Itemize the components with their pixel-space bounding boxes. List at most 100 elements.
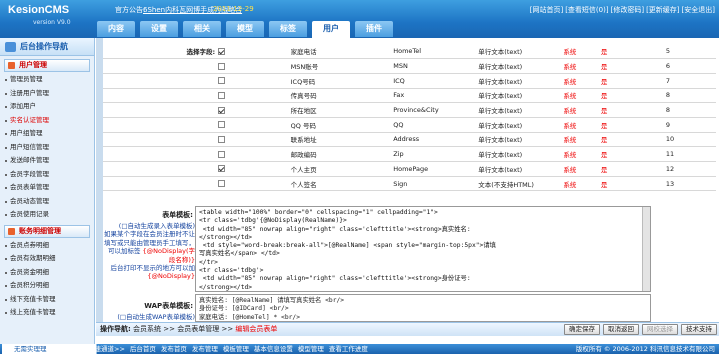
- field-checkbox[interactable]: [218, 58, 291, 74]
- field-required: 是: [600, 88, 666, 104]
- quick-nav-label: 快速通道>>: [88, 345, 125, 353]
- field-required: 是: [600, 44, 666, 60]
- auto-generate-wap-checkbox[interactable]: (□自动生成WAP表单模板): [103, 311, 195, 321]
- tab-users[interactable]: 用户: [312, 21, 350, 38]
- checkbox-icon[interactable]: [218, 121, 226, 129]
- sidebar-item-member-usage[interactable]: 会员使用记录: [0, 208, 94, 222]
- field-checkbox[interactable]: [218, 132, 291, 148]
- top-links: [网站首页] [查看短信(0)] [修改密码] [更新缓存] [安全退出]: [528, 5, 715, 15]
- quick-basic-settings[interactable]: 基本信息设置: [254, 345, 293, 353]
- sidebar-item-user-sms[interactable]: 用户短信管理: [0, 141, 94, 155]
- wap-template-label: WAP表单模板:: [144, 302, 193, 310]
- sidebar-item-add-user[interactable]: 添加用户: [0, 100, 94, 114]
- save-button[interactable]: 确定保存: [564, 324, 600, 335]
- field-checkbox[interactable]: [218, 102, 291, 118]
- checkbox-icon[interactable]: [218, 165, 226, 173]
- sidebar-item-member-forms[interactable]: 会员表单管理: [0, 181, 94, 195]
- form-template-label: 表单模板:: [162, 211, 193, 219]
- form-template-textarea[interactable]: <table width="100%" border="0" cellspaci…: [195, 206, 651, 292]
- sidebar-item-validity-detail[interactable]: 会员有效期明细: [0, 252, 94, 266]
- sidebar-title: 后台操作导航: [20, 42, 68, 51]
- checkbox-icon[interactable]: [218, 106, 226, 114]
- field-select-label: [103, 58, 219, 74]
- field-source: 系统: [563, 58, 601, 74]
- sidebar-item-member-activity[interactable]: 会员动态管理: [0, 195, 94, 209]
- quick-admin-home[interactable]: 后台首页: [130, 345, 156, 353]
- sidebar-item-offline-cards[interactable]: 线下充值卡管理: [0, 293, 94, 307]
- checkbox-icon[interactable]: [218, 150, 226, 158]
- field-row: 联系地址 Address 单行文本(text) 系统是 10: [103, 132, 716, 148]
- status-bar: 无需实理理 快速通道>> 后台首页 发布首页 发布管理 模板管理 基本信息设置 模型管理 查看…: [0, 344, 719, 354]
- support-button[interactable]: 技术支持: [681, 324, 717, 335]
- field-checkbox[interactable]: [218, 161, 291, 177]
- field-checkbox[interactable]: [218, 44, 291, 60]
- field-row: 邮政编码 Zip 单行文本(text) 系统是 11: [103, 146, 716, 162]
- sidebar: 后台操作导航 用户管理 管理员管理 注册用户管理 添加用户 实名认证管理 用户组…: [0, 38, 95, 344]
- cancel-button[interactable]: 取消返回: [603, 324, 639, 335]
- sidebar-header: 后台操作导航: [0, 38, 94, 56]
- field-required: 是: [600, 146, 666, 162]
- sidebar-item-registered-users[interactable]: 注册用户管理: [0, 87, 94, 101]
- link-change-password[interactable]: [修改密码]: [611, 6, 644, 14]
- tab-related[interactable]: 相关: [183, 21, 221, 37]
- sidebar-item-real-name-auth[interactable]: 实名认证管理: [0, 114, 94, 128]
- field-checkbox[interactable]: [218, 176, 291, 192]
- wap-template-textarea[interactable]: 真实姓名: [@RealName] 请填写真实姓名 <br/> 身份证号: [@…: [195, 294, 651, 322]
- school-select-button[interactable]: 网校选择: [642, 324, 678, 335]
- field-row: QQ 号码 QQ 单行文本(text) 系统是 9: [103, 117, 716, 133]
- field-name: 个人主页: [290, 161, 394, 177]
- sidebar-item-send-mail[interactable]: 发送邮件管理: [0, 154, 94, 168]
- quick-nav: 快速通道>> 后台首页 发布首页 发布管理 模板管理 基本信息设置 模型管理 查看工作进度: [88, 344, 373, 354]
- field-name: 传真号码: [290, 88, 394, 104]
- tab-models[interactable]: 模型: [226, 21, 264, 37]
- field-checkbox[interactable]: [218, 146, 291, 162]
- checkbox-icon[interactable]: [218, 91, 226, 99]
- sidebar-item-funds-detail[interactable]: 会员资金明细: [0, 266, 94, 280]
- field-name: 所在地区: [290, 102, 394, 118]
- app-version: version V9.0: [33, 19, 71, 26]
- field-order: 11: [665, 146, 716, 162]
- field-key: ICQ: [393, 73, 479, 89]
- field-checkbox[interactable]: [218, 73, 291, 89]
- link-site-home[interactable]: [网站首页]: [530, 6, 563, 14]
- sidebar-section-accounts[interactable]: 账务明细管理: [4, 224, 90, 238]
- checkbox-icon[interactable]: [218, 77, 226, 85]
- quick-progress[interactable]: 查看工作进度: [329, 345, 368, 353]
- field-name: 家庭电话: [290, 44, 394, 60]
- sidebar-section-user-management[interactable]: 用户管理: [4, 59, 90, 72]
- checkbox-icon[interactable]: [218, 180, 226, 188]
- field-select-label: [103, 161, 219, 177]
- field-checkbox[interactable]: [218, 88, 291, 104]
- tab-plugins[interactable]: 插件: [355, 21, 393, 37]
- field-required: 是: [600, 132, 666, 148]
- sidebar-item-admin-management[interactable]: 管理员管理: [0, 73, 94, 87]
- tab-settings[interactable]: 设置: [140, 21, 178, 37]
- checkbox-icon[interactable]: [218, 135, 226, 143]
- sidebar-item-member-fields[interactable]: 会员字段管理: [0, 168, 94, 182]
- copyright: 版权所有 © 2006-2012 科汛信息技术有限公司: [575, 345, 715, 353]
- quick-publish-home[interactable]: 发布首页: [161, 345, 187, 353]
- link-update-cache[interactable]: [更新缓存]: [646, 6, 679, 14]
- link-messages[interactable]: [查看短信(0)]: [565, 6, 608, 14]
- sidebar-item-user-groups[interactable]: 用户组管理: [0, 127, 94, 141]
- checkbox-icon[interactable]: [218, 47, 226, 55]
- breadcrumb[interactable]: 会员系统 >> 会员表单管理 >>: [133, 325, 233, 333]
- field-select-label: [103, 117, 219, 133]
- field-required: 是: [600, 73, 666, 89]
- quick-template-manage[interactable]: 模板管理: [223, 345, 249, 353]
- quick-model-manage[interactable]: 模型管理: [298, 345, 324, 353]
- sidebar-item-score-detail[interactable]: 会员积分明细: [0, 279, 94, 293]
- auto-generate-form-checkbox[interactable]: (□自动生成录入表单模板): [119, 222, 195, 230]
- field-order: 6: [665, 58, 716, 74]
- link-logout[interactable]: [安全退出]: [682, 6, 715, 14]
- form-hint-tag: {@NoDisplay(字段名称)}: [142, 247, 195, 264]
- sidebar-item-points-detail[interactable]: 会员点券明细: [0, 239, 94, 253]
- tab-labels[interactable]: 标签: [269, 21, 307, 37]
- checkbox-icon[interactable]: [218, 62, 226, 70]
- field-checkbox[interactable]: [218, 117, 291, 133]
- tab-content[interactable]: 内容: [97, 21, 135, 37]
- quick-publish-manage[interactable]: 发布管理: [192, 345, 218, 353]
- nav-icon: [5, 42, 16, 52]
- sidebar-item-online-cards[interactable]: 线上充值卡管理: [0, 306, 94, 320]
- field-order: 10: [665, 132, 716, 148]
